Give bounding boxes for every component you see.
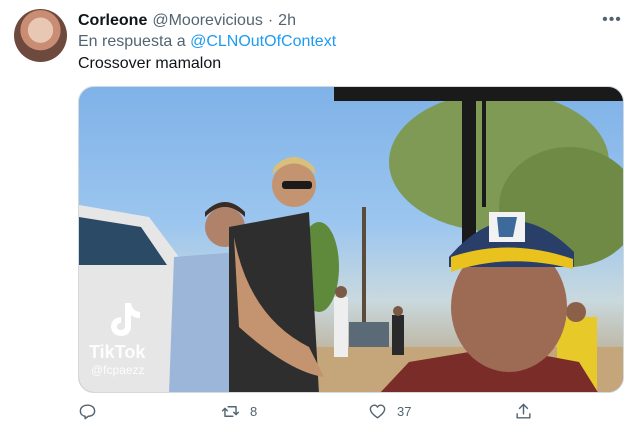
share-icon — [516, 403, 531, 419]
tweet-actions: 8 37 — [78, 402, 548, 428]
retweet-button[interactable]: 8 — [221, 402, 257, 421]
retweet-count: 8 — [250, 404, 258, 419]
video-frame — [79, 87, 623, 392]
like-button[interactable]: 37 — [368, 402, 411, 421]
tweet-text: Crossover mamalon — [78, 55, 222, 72]
separator-dot: · — [267, 12, 274, 29]
reply-icon — [79, 404, 96, 420]
like-icon — [369, 404, 386, 419]
reply-button[interactable] — [78, 402, 107, 421]
more-icon[interactable]: ••• — [600, 8, 624, 32]
reply-prefix: En respuesta a — [78, 33, 186, 50]
share-button[interactable] — [514, 402, 533, 421]
tiktok-watermark-user: @fcpaezz — [91, 363, 145, 377]
reply-context: En respuesta a @CLNOutOfContext — [78, 33, 336, 51]
tweet-header: Corleone @Moorevicious · 2h ••• — [78, 10, 624, 32]
retweet-icon — [221, 406, 240, 417]
avatar[interactable] — [14, 9, 67, 62]
tweet-video[interactable]: TikTok @fcpaezz — [78, 86, 624, 393]
reply-mention-link[interactable]: @CLNOutOfContext — [190, 33, 336, 50]
user-handle[interactable]: @Moorevicious — [152, 12, 263, 30]
like-count: 37 — [397, 404, 412, 419]
display-name[interactable]: Corleone — [78, 12, 147, 30]
tiktok-icon — [103, 299, 143, 339]
tiktok-watermark-brand: TikTok — [89, 342, 146, 362]
timestamp[interactable]: 2h — [278, 12, 296, 30]
